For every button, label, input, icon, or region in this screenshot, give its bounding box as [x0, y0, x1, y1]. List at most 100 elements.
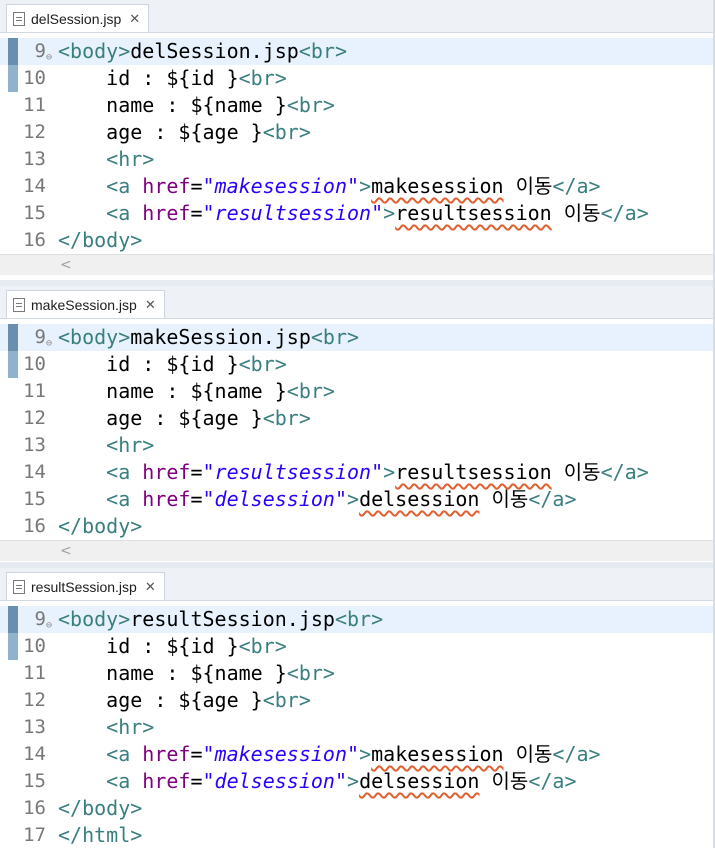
code-text: name : ${name }: [58, 661, 287, 685]
close-icon[interactable]: ✕: [129, 11, 140, 27]
attribute-value: "delsession": [202, 769, 348, 793]
html-tag: <br>: [286, 661, 335, 685]
close-icon[interactable]: ✕: [145, 297, 156, 313]
code-line[interactable]: 11 name : ${name }<br>: [0, 92, 715, 119]
code-line[interactable]: 11 name : ${name }<br>: [0, 378, 715, 405]
code-line[interactable]: 9 ⊖ <body>resultSession.jsp<br>: [0, 606, 715, 633]
html-tag: <br>: [298, 39, 347, 63]
code-line[interactable]: 10 id : ${id }<br>: [0, 633, 715, 660]
html-tag: <a: [106, 460, 143, 484]
html-tag: >: [347, 769, 360, 793]
html-tag: <a: [106, 201, 143, 225]
horizontal-scrollbar[interactable]: <: [0, 254, 715, 275]
line-number: 10: [23, 635, 46, 657]
code-line[interactable]: 13 <hr>: [0, 432, 715, 459]
code-text: age : ${age }: [58, 406, 263, 430]
tab-bar: resultSession.jsp ✕: [0, 568, 715, 601]
change-marker: [8, 351, 18, 378]
line-number: 9: [34, 326, 46, 348]
html-tag: >: [383, 201, 396, 225]
horizontal-scrollbar[interactable]: <: [0, 540, 715, 561]
code-line[interactable]: 13 <hr>: [0, 714, 715, 741]
html-tag: >: [359, 174, 372, 198]
tab-bar: makeSession.jsp ✕: [0, 286, 715, 319]
code-text: age : ${age }: [58, 120, 263, 144]
tab-makesession[interactable]: makeSession.jsp ✕: [6, 290, 165, 318]
line-number: 11: [23, 380, 46, 402]
code-line[interactable]: 16 </body>: [0, 227, 715, 254]
line-number: 13: [23, 148, 46, 170]
code-text: id : ${id }: [58, 634, 239, 658]
code-content: <body>delSession.jsp<br>: [58, 38, 347, 65]
code-line[interactable]: 15 <a href="resultsession">resultsession…: [0, 200, 715, 227]
html-tag: <br>: [286, 93, 335, 117]
code-line[interactable]: 16 </body>: [0, 513, 715, 540]
html-tag: </a>: [528, 487, 577, 511]
code-content: name : ${name }<br>: [58, 660, 335, 687]
scroll-left-icon[interactable]: <: [60, 255, 72, 275]
html-tag: <br>: [262, 406, 311, 430]
close-icon[interactable]: ✕: [145, 579, 156, 595]
code-line[interactable]: 14 <a href="makesession">makesession 이동<…: [0, 741, 715, 768]
tab-resultsession[interactable]: resultSession.jsp ✕: [6, 572, 165, 600]
html-tag: <br>: [286, 379, 335, 403]
code-line[interactable]: 12 age : ${age }<br>: [0, 687, 715, 714]
code-content: id : ${id }<br>: [58, 65, 287, 92]
code-content: <a href="makesession">makesession 이동</a>: [58, 173, 600, 200]
tab-delsession[interactable]: delSession.jsp ✕: [6, 4, 150, 32]
code-line[interactable]: 14 <a href="makesession">makesession 이동<…: [0, 173, 715, 200]
change-marker: [8, 324, 18, 351]
html-tag: </a>: [528, 769, 577, 793]
code-editor[interactable]: 9 ⊖ <body>delSession.jsp<br> 10 id : ${id }…: [0, 38, 715, 254]
code-line[interactable]: 9 ⊖ <body>makeSession.jsp<br>: [0, 324, 715, 351]
code-text: name : ${name }: [58, 93, 287, 117]
code-line[interactable]: 9 ⊖ <body>delSession.jsp<br>: [0, 38, 715, 65]
code-text: 이동: [479, 487, 529, 511]
html-tag: <br>: [262, 120, 311, 144]
code-line[interactable]: 17 </html>: [0, 822, 715, 849]
code-content: <body>resultSession.jsp<br>: [58, 606, 383, 633]
html-tag: <a: [106, 487, 143, 511]
tab-title: delSession.jsp: [31, 10, 122, 27]
html-tag: <body>: [58, 39, 131, 63]
line-number: 9: [34, 608, 46, 630]
line-number: 12: [23, 121, 46, 143]
change-marker: [8, 606, 18, 633]
code-content: name : ${name }<br>: [58, 378, 335, 405]
code-content: <a href="resultsession">resultsession 이동…: [58, 200, 649, 227]
editor-panel-delsession: delSession.jsp ✕ 9 ⊖ <body>delSession.jsp<…: [0, 0, 715, 280]
code-editor[interactable]: 9 ⊖ <body>resultSession.jsp<br> 10 id : ${i…: [0, 606, 715, 849]
scroll-left-icon[interactable]: <: [60, 541, 72, 561]
code-line[interactable]: 13 <hr>: [0, 146, 715, 173]
html-tag: <br>: [262, 688, 311, 712]
code-line[interactable]: 14 <a href="resultsession">resultsession…: [0, 459, 715, 486]
line-number: 11: [23, 94, 46, 116]
code-line[interactable]: 12 age : ${age }<br>: [0, 119, 715, 146]
code-line[interactable]: 10 id : ${id }<br>: [0, 65, 715, 92]
code-text: 이동: [551, 201, 601, 225]
code-editor[interactable]: 9 ⊖ <body>makeSession.jsp<br> 10 id : ${id …: [0, 324, 715, 540]
editor-panel-makesession: makeSession.jsp ✕ 9 ⊖ <body>makeSession.js…: [0, 286, 715, 562]
editor-panel-resultsession: resultSession.jsp ✕ 9 ⊖ <body>resultSessio…: [0, 568, 715, 848]
code-content: id : ${id }<br>: [58, 351, 287, 378]
code-line[interactable]: 12 age : ${age }<br>: [0, 405, 715, 432]
line-number: 14: [23, 461, 46, 483]
code-line[interactable]: 10 id : ${id }<br>: [0, 351, 715, 378]
code-line[interactable]: 11 name : ${name }<br>: [0, 660, 715, 687]
attribute-name: href: [142, 742, 191, 766]
attribute-name: href: [142, 460, 191, 484]
attribute-value: "makesession": [202, 742, 360, 766]
code-text: id : ${id }: [58, 66, 239, 90]
line-number: 15: [23, 488, 46, 510]
code-line[interactable]: 15 <a href="delsession">delsession 이동</a…: [0, 486, 715, 513]
code-line[interactable]: 16 </body>: [0, 795, 715, 822]
line-number: 16: [23, 229, 46, 251]
line-number: 16: [23, 797, 46, 819]
code-line[interactable]: 15 <a href="delsession">delsession 이동</a…: [0, 768, 715, 795]
